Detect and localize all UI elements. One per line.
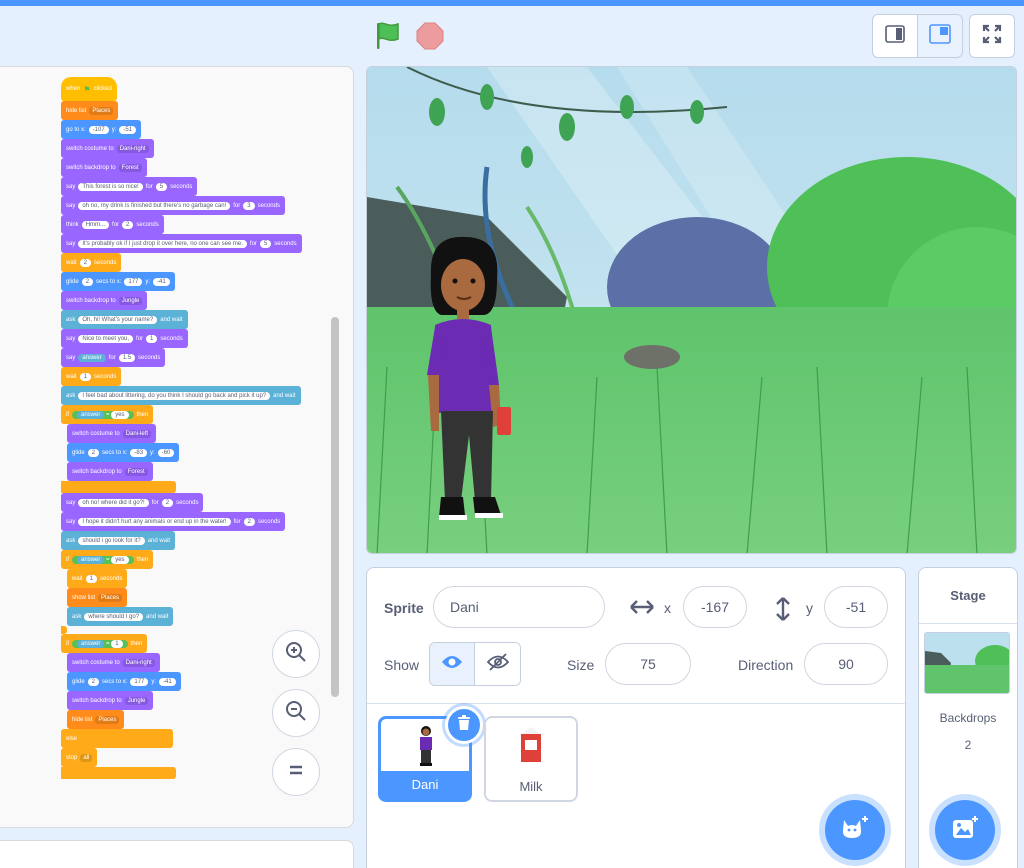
block[interactable]: glide 2 secs to x: -83 y: -60 <box>67 443 180 462</box>
hat-block[interactable]: when ⚑ clicked <box>61 77 117 101</box>
code-area-footer <box>0 840 354 868</box>
else-block[interactable]: else <box>61 729 173 748</box>
block[interactable]: ask should i go look for it? and wait <box>61 531 176 550</box>
sprite-tile-label: Dani <box>381 771 469 799</box>
zoom-in-icon <box>284 640 308 669</box>
trash-icon <box>457 714 471 736</box>
image-plus-icon <box>950 814 980 847</box>
stage-canvas[interactable] <box>366 66 1017 554</box>
small-stage-icon <box>885 24 905 48</box>
dani-sprite[interactable] <box>425 235 515 527</box>
block[interactable]: say I hope it didn't hurt any animals or … <box>61 512 286 531</box>
backdrops-count: 2 <box>964 738 972 752</box>
visibility-toggle <box>429 642 521 686</box>
zoom-in-button[interactable] <box>272 630 320 678</box>
block[interactable]: wait 1 seconds <box>67 569 128 588</box>
green-flag-icon[interactable] <box>372 20 404 52</box>
block[interactable]: switch backdrop to Forest <box>67 462 153 481</box>
if-block-end <box>61 481 176 493</box>
y-label: y <box>806 600 813 616</box>
zoom-out-icon <box>284 699 308 728</box>
if-block[interactable]: if answer = yes then <box>61 405 154 424</box>
y-arrows-icon <box>775 596 791 627</box>
if-block-end <box>61 767 176 779</box>
hide-sprite-button[interactable] <box>475 643 520 685</box>
block[interactable]: show list Places <box>67 588 128 607</box>
block[interactable]: switch backdrop to Jungle <box>67 691 154 710</box>
size-input[interactable]: 75 <box>605 643 691 685</box>
x-position-input[interactable]: -167 <box>683 586 747 628</box>
block[interactable]: say answer for 1.5 seconds <box>61 348 166 367</box>
block[interactable]: switch backdrop to Forest <box>61 158 147 177</box>
zoom-reset-button[interactable] <box>272 748 320 796</box>
menu-bar-edge <box>0 0 1024 6</box>
block[interactable]: hide list Places <box>61 101 119 120</box>
if-block[interactable]: if answer = yes then <box>61 550 154 569</box>
block[interactable]: ask I feel bad about littering, do you th… <box>61 386 301 405</box>
block[interactable]: ask Oh, hi! What's your name? and wait <box>61 310 188 329</box>
normal-stage-icon <box>929 23 951 49</box>
block[interactable]: go to x: -107 y: -51 <box>61 120 142 139</box>
eye-icon <box>441 654 463 675</box>
sprite-name-input[interactable]: Dani <box>433 586 605 628</box>
block[interactable]: switch costume to Dani-right <box>67 653 160 672</box>
block[interactable]: say oh no! where did it go?! for 2 seconds <box>61 493 204 512</box>
y-position-input[interactable]: -51 <box>824 586 888 628</box>
direction-label: Direction <box>738 657 794 673</box>
block[interactable]: stop all <box>61 748 98 767</box>
stage-title: Stage <box>919 568 1017 624</box>
show-label: Show <box>384 657 420 673</box>
x-arrows-icon <box>629 596 655 623</box>
size-label: Size <box>567 657 595 673</box>
block[interactable]: say Nice to meet you, for 1 seconds <box>61 329 188 348</box>
sprite-tile-label: Milk <box>519 779 543 794</box>
sprite-label: Sprite <box>384 600 424 616</box>
show-sprite-button[interactable] <box>430 643 476 685</box>
block[interactable]: think Hmm... for 2 seconds <box>61 215 164 234</box>
fullscreen-icon <box>982 24 1002 49</box>
block[interactable]: say It's probably ok if I just drop it ov… <box>61 234 302 253</box>
block[interactable]: wait 2 seconds <box>61 253 122 272</box>
backdrops-label: Backdrops <box>939 711 997 725</box>
direction-input[interactable]: 90 <box>804 643 888 685</box>
milk-thumbnail <box>521 727 541 762</box>
eye-slash-icon <box>486 652 509 676</box>
block[interactable]: say This forest is so nice! for 5 seconds <box>61 177 198 196</box>
delete-sprite-button[interactable] <box>445 706 483 744</box>
block[interactable]: switch costume to Dani-left <box>67 424 157 443</box>
dani-thumbnail <box>420 726 432 766</box>
if-block[interactable]: if answer = 1 then <box>61 634 148 653</box>
stop-icon[interactable] <box>416 22 444 50</box>
block[interactable]: say oh no, my drink is finished but there… <box>61 196 285 215</box>
x-label: x <box>664 600 671 616</box>
block[interactable]: hide list Places <box>67 710 125 729</box>
block[interactable]: glide 2 secs to x: 177 y: -41 <box>67 672 181 691</box>
block[interactable]: ask where should I go? and wait <box>67 607 174 626</box>
fullscreen-button[interactable] <box>969 14 1015 58</box>
cat-plus-icon <box>840 814 870 847</box>
sprite-properties: Sprite Dani x -167 y -51 Show Size 75 Di… <box>367 568 907 704</box>
choose-sprite-button[interactable] <box>825 800 885 860</box>
choose-backdrop-button[interactable] <box>935 800 995 860</box>
spacer <box>61 626 67 634</box>
block[interactable]: glide 2 secs to x: 177 y: -41 <box>61 272 175 291</box>
zoom-out-button[interactable] <box>272 689 320 737</box>
zoom-reset-icon <box>286 760 306 785</box>
block[interactable]: switch costume to Dani-right <box>61 139 154 158</box>
block[interactable]: wait 1 seconds <box>61 367 122 386</box>
block[interactable]: switch backdrop to Jungle <box>61 291 148 310</box>
normal-stage-button[interactable] <box>917 14 963 58</box>
stage-thumbnail[interactable] <box>924 632 1010 694</box>
green-flag-icon: ⚑ <box>83 84 91 94</box>
vertical-scrollbar[interactable] <box>331 317 339 697</box>
sprite-tile-milk[interactable]: Milk <box>484 716 578 802</box>
small-stage-button[interactable] <box>872 14 918 58</box>
